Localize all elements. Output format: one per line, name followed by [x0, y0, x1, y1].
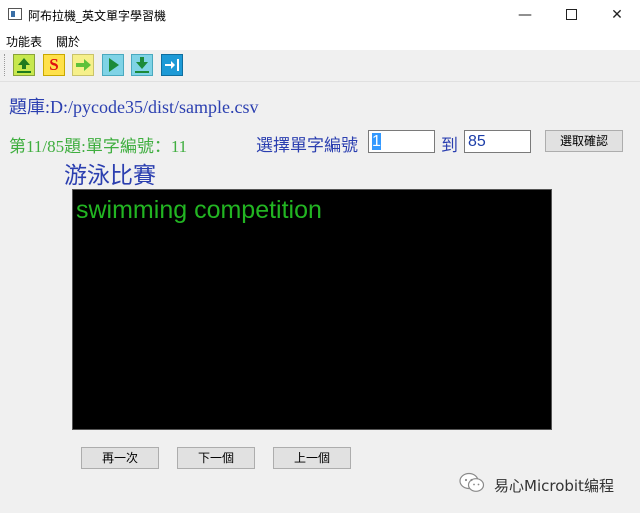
watermark-text: 易心Microbit编程	[494, 477, 614, 495]
end-number-input[interactable]: 85	[464, 130, 531, 153]
word-display-panel	[72, 189, 552, 430]
arrow-tool-button[interactable]	[72, 54, 94, 76]
toolbar	[0, 50, 640, 82]
play-icon	[109, 58, 119, 72]
start-number-input[interactable]: 1	[368, 130, 435, 153]
next-button[interactable]: 下一個	[177, 447, 255, 469]
menu-functions[interactable]: 功能表	[6, 33, 42, 50]
start-number-value: 1	[372, 133, 381, 150]
minimize-button[interactable]: —	[502, 0, 548, 30]
skip-end-icon	[165, 59, 179, 71]
previous-button[interactable]: 上一個	[273, 447, 351, 469]
chinese-word: 游泳比賽	[64, 163, 156, 188]
menu-about[interactable]: 關於	[56, 33, 80, 50]
arrow-right-icon	[76, 59, 91, 71]
maximize-icon	[565, 8, 577, 20]
toolbar-grip[interactable]	[4, 54, 7, 76]
english-word: swimming competition	[76, 196, 322, 224]
close-button[interactable]: ✕	[594, 0, 640, 30]
confirm-selection-button[interactable]: 選取確認	[545, 130, 623, 152]
maximize-button[interactable]	[548, 0, 594, 30]
again-button[interactable]: 再一次	[81, 447, 159, 469]
play-tool-button[interactable]	[102, 54, 124, 76]
s-icon: S	[49, 55, 59, 74]
question-bank-path: 題庫:D:/pycode35/dist/sample.csv	[9, 97, 259, 117]
app-icon	[8, 8, 22, 20]
download-icon	[135, 57, 149, 73]
menu-bar	[0, 30, 640, 50]
upload-tool-button[interactable]	[13, 54, 35, 76]
download-tool-button[interactable]	[131, 54, 153, 76]
upload-icon	[17, 58, 31, 73]
window-title: 阿布拉機_英文單字學習機	[28, 9, 167, 23]
select-word-label: 選擇單字編號	[256, 136, 358, 155]
s-tool-button[interactable]: S	[43, 54, 65, 76]
question-status: 第11/85題:單字編號：11	[9, 137, 188, 156]
to-label: 到	[441, 136, 458, 155]
wechat-icon	[459, 472, 485, 494]
skip-end-tool-button[interactable]	[161, 54, 183, 76]
